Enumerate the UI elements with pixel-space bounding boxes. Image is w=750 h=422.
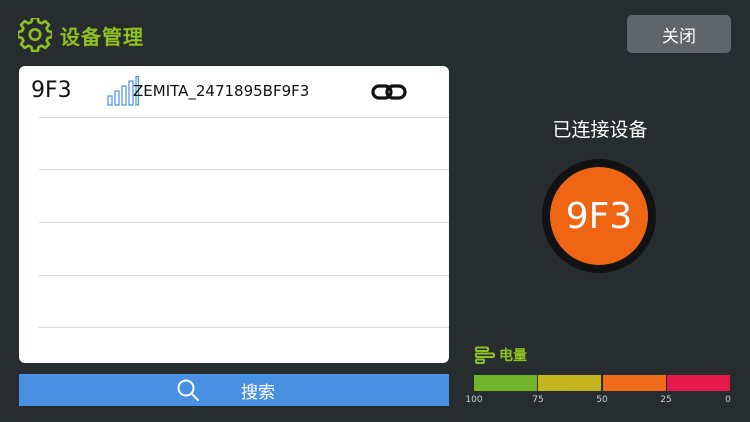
row-divider bbox=[39, 327, 449, 328]
close-button-label: 关闭 bbox=[662, 26, 696, 47]
connected-devices-label: 已连接设备 bbox=[552, 119, 648, 141]
battery-tick: 0 bbox=[725, 395, 731, 405]
battery-tick: 25 bbox=[660, 395, 672, 405]
battery-segment bbox=[474, 375, 537, 391]
device-list: 9F3 ZEMITA_2471895BF9F3 bbox=[19, 66, 449, 363]
row-divider bbox=[39, 169, 449, 170]
battery-tick: 100 bbox=[465, 395, 483, 405]
battery-header: 电量 bbox=[475, 344, 527, 366]
page-header: 设备管理 bbox=[18, 14, 144, 56]
device-short-id: 9F3 bbox=[31, 78, 72, 103]
search-button[interactable]: 搜索 bbox=[19, 374, 449, 406]
battery-tick: 50 bbox=[596, 395, 608, 405]
empty-row bbox=[19, 171, 449, 223]
link-icon[interactable] bbox=[371, 82, 407, 102]
battery-bar bbox=[474, 375, 730, 391]
device-row[interactable]: 9F3 ZEMITA_2471895BF9F3 bbox=[19, 66, 449, 118]
empty-row bbox=[19, 224, 449, 276]
search-icon bbox=[177, 379, 199, 401]
battery-tick: 75 bbox=[532, 395, 544, 405]
connected-device-short-id: 9F3 bbox=[565, 195, 633, 237]
search-button-label: 搜索 bbox=[241, 383, 275, 403]
row-divider bbox=[39, 222, 449, 223]
close-button[interactable]: 关闭 bbox=[627, 15, 731, 53]
empty-row bbox=[19, 118, 449, 170]
battery-level-icon bbox=[475, 346, 495, 364]
battery-segment bbox=[602, 375, 666, 391]
battery-label: 电量 bbox=[499, 348, 527, 364]
device-name: ZEMITA_2471895BF9F3 bbox=[133, 82, 310, 100]
empty-row bbox=[19, 276, 449, 328]
connected-device-badge[interactable]: 9F3 bbox=[550, 167, 648, 265]
battery-segment bbox=[538, 375, 602, 391]
battery-segment bbox=[666, 375, 730, 391]
gear-icon bbox=[18, 18, 52, 52]
page-title: 设备管理 bbox=[60, 24, 144, 49]
